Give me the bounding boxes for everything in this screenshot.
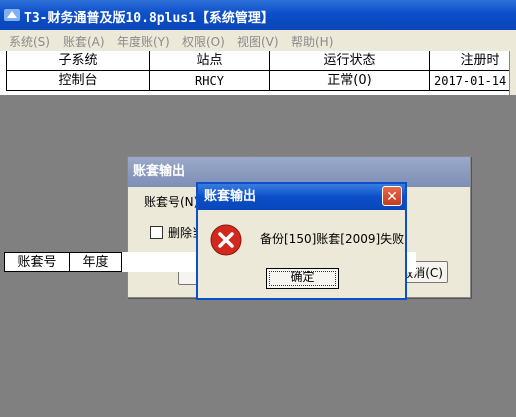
window-title: T3-财务通普及版10.8plus1【系统管理】 [24,11,274,26]
col-header-year[interactable]: 年度 [70,252,122,272]
menu-year-account[interactable]: 年度账(Y) [117,33,170,50]
error-message-box: 账套输出 ✕ 备份[150]账套[2009]失败 确定 [196,182,407,300]
menu-account[interactable]: 账套(A) [63,33,105,50]
table-cell[interactable]: 控制台 [6,71,150,91]
app-icon [4,9,20,21]
col-header-status[interactable]: 运行状态 [270,51,430,71]
delete-checkbox[interactable] [150,226,163,239]
error-icon [210,224,242,256]
col-header-subsystem[interactable]: 子系统 [6,51,150,71]
subsystem-table: 子系统 站点 运行状态 注册时 控制台 RHCY 正常(0) 2017-01-1… [0,51,516,95]
menu-system[interactable]: 系统(S) [9,33,50,50]
table-cell[interactable]: RHCY [150,71,270,91]
vertical-scrollbar[interactable] [509,51,516,95]
col-header-site[interactable]: 站点 [150,51,270,71]
col-header-account-number[interactable]: 账套号 [4,252,70,272]
menu-view[interactable]: 视图(V) [237,33,279,50]
error-message: 备份[150]账套[2009]失败 [260,232,405,246]
ok-button[interactable]: 确定 [266,268,339,289]
table-cell[interactable]: 正常(0) [270,71,430,91]
account-number-label: 账套号(N) [144,195,199,209]
menu-bar: 系统(S) 账套(A) 年度账(Y) 权限(O) 视图(V) 帮助(H) [0,30,516,51]
menu-permissions[interactable]: 权限(O) [182,33,225,50]
message-box-title[interactable]: 账套输出 [198,184,405,210]
col-header-register-time[interactable]: 注册时 [430,51,516,71]
close-button[interactable]: ✕ [382,186,402,206]
menu-help[interactable]: 帮助(H) [291,33,333,50]
table-cell[interactable]: 2017-01-14 [430,71,516,91]
ok-button-label: 确定 [290,270,315,284]
title-bar[interactable]: T3-财务通普及版10.8plus1【系统管理】 [0,0,516,30]
